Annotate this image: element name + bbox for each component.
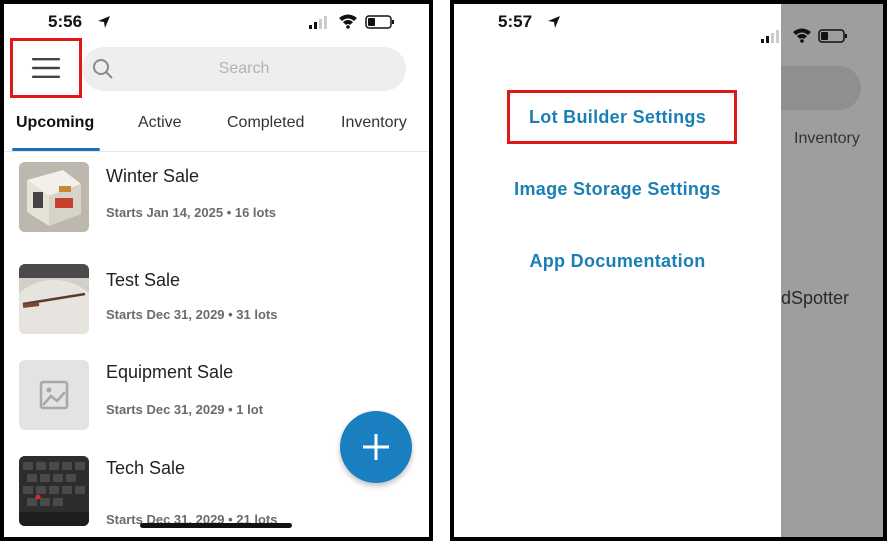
- cellular-signal-icon: [761, 30, 779, 43]
- sale-thumbnail: [19, 360, 89, 430]
- sale-title: Tech Sale: [106, 458, 186, 478]
- wifi-icon: [339, 14, 357, 29]
- tab-active[interactable]: Active: [138, 114, 182, 132]
- location-arrow-icon: [548, 16, 560, 28]
- sale-list-item[interactable]: Test Sale Starts Dec 31, 2029 • 31 lots: [4, 260, 429, 356]
- battery-icon: [818, 29, 847, 43]
- plus-icon: [363, 434, 389, 460]
- sale-title: Winter Sale: [106, 166, 200, 186]
- sale-thumbnail: [19, 162, 89, 232]
- status-bar: 5:56: [4, 10, 429, 34]
- add-sale-button[interactable]: [340, 411, 412, 483]
- search-placeholder: Search: [218, 60, 270, 77]
- tab-completed[interactable]: Completed: [227, 114, 304, 132]
- sale-title: Equipment Sale: [106, 362, 234, 382]
- right-phone-screen: Inventory dSpotter 5:57 Lot Builder Sett…: [450, 0, 887, 541]
- sale-list-item[interactable]: Winter Sale Starts Jan 14, 2025 • 16 lot…: [4, 156, 429, 252]
- wifi-icon: [793, 28, 811, 43]
- status-time: 5:56: [48, 12, 83, 31]
- menu-item-app-documentation[interactable]: App Documentation: [454, 251, 781, 272]
- backdrop-search-fragment: [781, 66, 861, 110]
- status-bar: 5:57: [454, 10, 781, 34]
- tab-inventory[interactable]: Inventory: [341, 114, 407, 132]
- location-arrow-icon: [98, 16, 110, 28]
- box-photo-icon: [19, 162, 89, 232]
- tab-upcoming[interactable]: Upcoming: [16, 114, 94, 132]
- image-placeholder-icon: [39, 380, 69, 410]
- battery-icon: [365, 15, 394, 29]
- cellular-signal-icon: [309, 16, 327, 29]
- backdrop-tab-inventory: Inventory: [794, 130, 860, 147]
- sale-subtitle: Starts Dec 31, 2029 • 1 lot: [106, 402, 264, 417]
- sale-subtitle: Starts Dec 31, 2029 • 31 lots: [106, 307, 278, 322]
- laptop-photo-icon: [19, 456, 89, 526]
- sale-thumbnail: [19, 264, 89, 334]
- hamburger-icon: [32, 58, 60, 78]
- sale-subtitle: Starts Jan 14, 2025 • 16 lots: [106, 205, 277, 220]
- backdrop-text-fragment: dSpotter: [781, 288, 850, 308]
- sale-thumbnail: [19, 456, 89, 526]
- sale-title: Test Sale: [106, 270, 181, 290]
- tab-bar: Upcoming Active Completed Inventory: [4, 108, 429, 152]
- left-phone-screen: 5:56 Search Upcoming Active Completed In…: [0, 0, 433, 541]
- active-tab-indicator: [12, 148, 100, 151]
- navigation-drawer: 5:57 Lot Builder Settings Image Storage …: [454, 4, 781, 537]
- highlight-box: [507, 90, 737, 144]
- search-input[interactable]: Search: [82, 47, 406, 91]
- status-time: 5:57: [498, 12, 533, 31]
- rifle-photo-icon: [19, 264, 89, 334]
- menu-item-image-storage-settings[interactable]: Image Storage Settings: [454, 179, 781, 200]
- hamburger-menu-button[interactable]: [10, 38, 82, 98]
- home-indicator: [140, 523, 292, 528]
